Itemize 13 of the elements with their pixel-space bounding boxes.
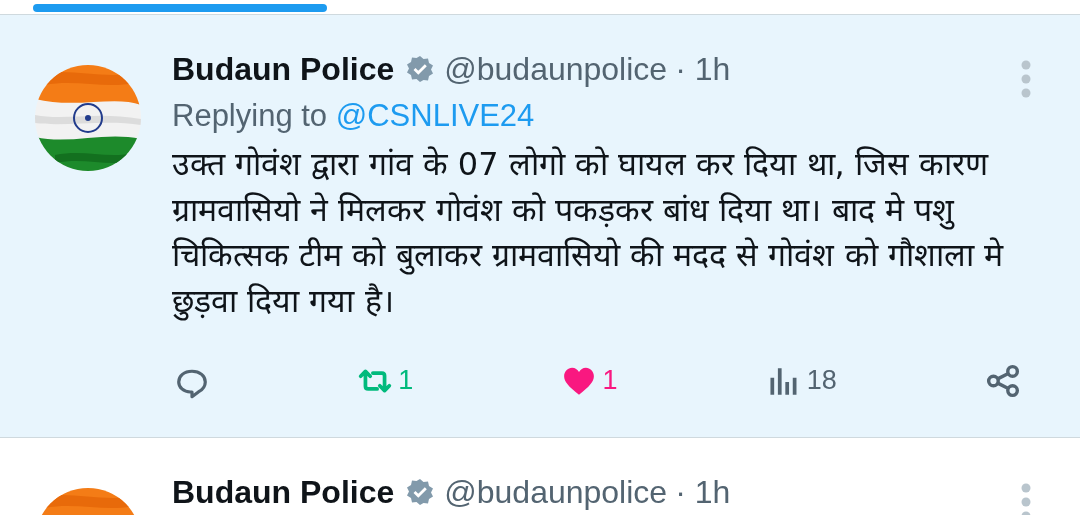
author-name[interactable]: Budaun Police	[172, 50, 395, 88]
share-icon	[986, 363, 1020, 398]
views-button[interactable]: 18	[766, 360, 837, 401]
post-time: · 1h	[675, 473, 731, 511]
reply-icon	[175, 367, 209, 401]
tweet-text: उक्त गोवंश द्वारा गांव के 07 लोगो को घायल कर दिया था, जिस कारण ग्रामवासियो ने मिलकर गोवंश को पकड़कर बांध दिया था। बाद मे पशु चिकित्सक टीम को बुलाकर ग्रामवासियो की मदद से गोवंश को गौशाला मे छुड़वा दिया गया है।	[172, 144, 1005, 323]
reply-button[interactable]	[175, 367, 209, 401]
author-name[interactable]: Budaun Police	[172, 473, 395, 511]
author-handle[interactable]: @budaunpolice	[444, 473, 668, 511]
reply-context: Replying to @CSNLIVE24	[172, 97, 536, 135]
like-button[interactable]: 1	[562, 360, 618, 401]
author-handle[interactable]: @budaunpolice	[444, 50, 668, 88]
post-time: · 1h	[675, 50, 731, 88]
